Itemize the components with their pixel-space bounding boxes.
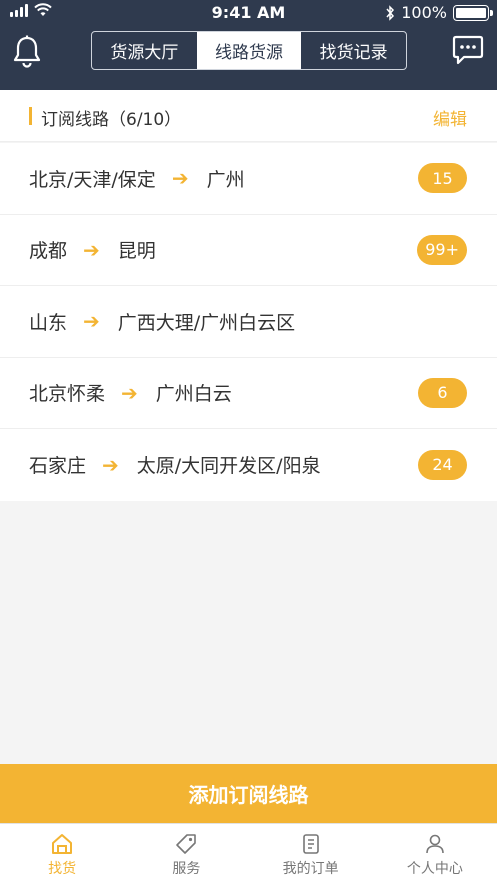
route-from: 石家庄: [29, 455, 87, 478]
battery-icon: [453, 4, 493, 21]
add-subscription-button[interactable]: 添加订阅线路: [0, 764, 497, 823]
tab-route-supply[interactable]: 线路货源: [196, 32, 302, 69]
subscription-header: 订阅线路（6/10） 编辑: [0, 90, 497, 142]
status-right: 100%: [385, 3, 493, 22]
count-badge: 6: [418, 377, 467, 408]
tabbar-label: 我的订单: [282, 861, 339, 877]
tag-icon: [176, 834, 197, 854]
route-list: 北京/天津/保定 ➔ 广州 15 成都 ➔ 昆明 99+ 山东 ➔ 广西大理/广…: [0, 143, 497, 501]
arrow-right-icon: ➔: [83, 309, 100, 334]
battery-percent: 100%: [401, 3, 447, 22]
route-to: 广州白云: [155, 383, 232, 406]
tabbar-item-find-goods[interactable]: 找货: [0, 824, 124, 883]
route-from: 山东: [29, 311, 68, 334]
segment-tabs: 货源大厅 线路货源 找货记录: [91, 31, 407, 70]
tabbar-label: 找货: [48, 861, 77, 877]
chat-icon[interactable]: [451, 34, 485, 66]
route-row[interactable]: 山东 ➔ 广西大理/广州白云区: [0, 286, 497, 358]
arrow-right-icon: ➔: [171, 166, 189, 191]
status-bar: 9:41 AM 100%: [0, 0, 497, 26]
count-badge: 15: [418, 163, 467, 194]
edit-button[interactable]: 编辑: [433, 105, 467, 130]
arrow-right-icon: ➔: [121, 380, 138, 405]
arrow-right-icon: ➔: [102, 452, 119, 477]
section-accent-bar: [29, 107, 32, 125]
tab-search-history[interactable]: 找货记录: [301, 32, 406, 69]
route-from: 北京怀柔: [29, 383, 106, 406]
tab-supply-hall[interactable]: 货源大厅: [92, 32, 197, 69]
arrow-right-icon: ➔: [83, 237, 100, 262]
route-to: 广西大理/广州白云区: [117, 311, 296, 334]
route-row[interactable]: 北京/天津/保定 ➔ 广州 15: [0, 143, 497, 215]
route-row[interactable]: 石家庄 ➔ 太原/大同开发区/阳泉 24: [0, 429, 497, 501]
bluetooth-icon: [386, 4, 395, 21]
route-to: 昆明: [117, 240, 156, 263]
route-to: 太原/大同开发区/阳泉: [136, 455, 321, 478]
tabbar-item-profile[interactable]: 个人中心: [373, 824, 497, 883]
home-icon: [52, 834, 73, 854]
route-from: 成都: [29, 240, 68, 263]
tabbar-label: 服务: [172, 861, 201, 877]
bell-icon[interactable]: [12, 34, 42, 68]
route-from: 北京/天津/保定: [29, 168, 156, 191]
section-title: 订阅线路（6/10）: [41, 110, 182, 130]
route-row[interactable]: 成都 ➔ 昆明 99+: [0, 215, 497, 286]
count-badge: 99+: [417, 234, 467, 265]
header: 9:41 AM 100% 货源大厅 线路货源 找货记录: [0, 0, 497, 90]
tabbar-label: 个人中心: [406, 861, 463, 877]
bottom-tabbar: 找货 服务 我的订单 个人中心: [0, 823, 497, 883]
tabbar-item-service[interactable]: 服务: [124, 824, 248, 883]
count-badge: 24: [418, 449, 467, 480]
order-icon: [302, 834, 319, 854]
user-icon: [426, 834, 444, 854]
route-to: 广州: [206, 168, 245, 191]
tabbar-item-my-orders[interactable]: 我的订单: [249, 824, 373, 883]
route-row[interactable]: 北京怀柔 ➔ 广州白云 6: [0, 358, 497, 429]
